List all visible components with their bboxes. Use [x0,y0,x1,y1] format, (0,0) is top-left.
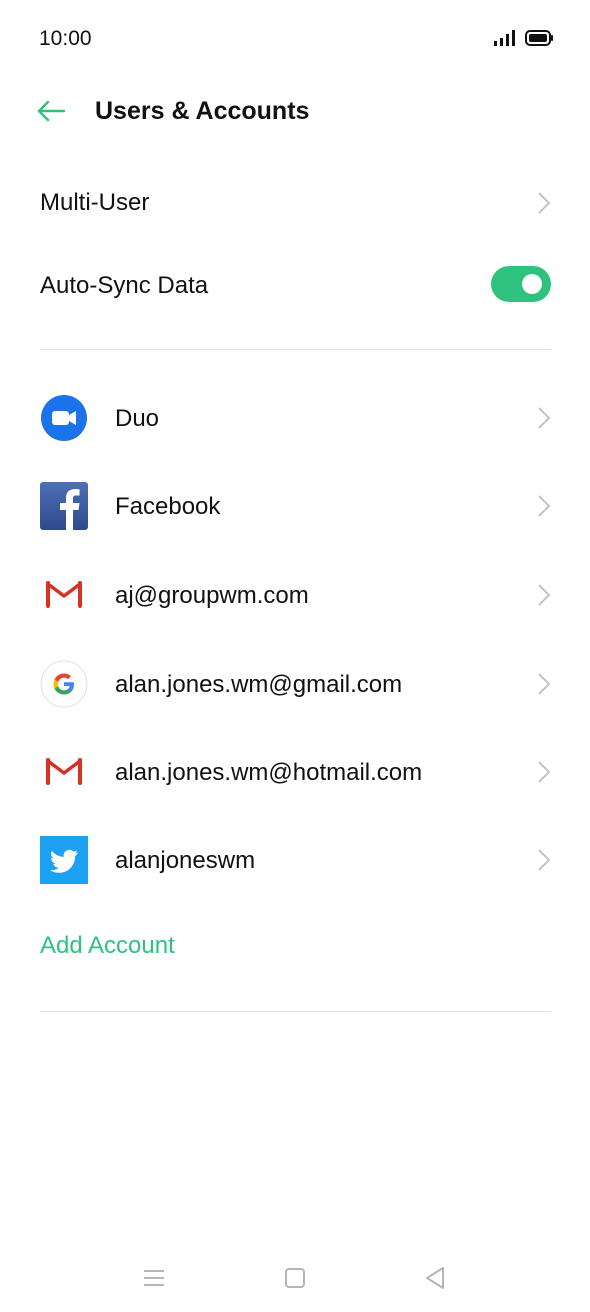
account-row-hotmail[interactable]: alan.jones.wm@hotmail.com [0,728,590,816]
status-bar: 10:00 [0,0,590,80]
account-label: alanjoneswm [115,847,256,874]
chevron-right-icon [538,495,551,517]
app-header: Users & Accounts [0,80,590,144]
account-label: Duo [115,405,160,432]
divider [40,349,551,350]
account-row-gmail[interactable]: alan.jones.wm@gmail.com [0,640,590,728]
twitter-icon [40,836,88,884]
toggle-knob [522,274,542,294]
navigation-bar [0,1250,590,1312]
battery-icon [525,30,553,46]
account-label: alan.jones.wm@hotmail.com [115,759,423,786]
multi-user-label: Multi-User [40,189,150,216]
chevron-right-icon [538,407,551,429]
facebook-icon [40,482,88,530]
account-row-groupwm[interactable]: aj@groupwm.com [0,551,590,639]
gmail-icon [46,581,82,608]
status-time: 10:00 [39,27,92,50]
add-account-button[interactable]: Add Account [40,932,175,960]
divider [40,1011,551,1012]
home-button[interactable] [279,1262,311,1294]
account-row-facebook[interactable]: Facebook [0,462,590,550]
menu-icon [144,1270,164,1286]
arrow-left-icon [37,100,66,122]
account-label: alan.jones.wm@gmail.com [115,671,403,698]
gmail-icon [46,758,82,785]
account-label: aj@groupwm.com [115,582,309,609]
recent-apps-button[interactable] [138,1262,170,1294]
chevron-right-icon [538,761,551,783]
back-button[interactable] [30,90,72,132]
page-title: Users & Accounts [95,97,310,125]
chevron-right-icon [538,192,551,214]
chevron-right-icon [538,584,551,606]
signal-icon [494,30,515,46]
account-label: Facebook [115,493,221,520]
chevron-right-icon [538,673,551,695]
auto-sync-label: Auto-Sync Data [40,272,209,299]
multi-user-row[interactable]: Multi-User [0,160,590,246]
duo-icon [41,395,87,441]
chevron-right-icon [538,849,551,871]
system-back-button[interactable] [419,1262,451,1294]
account-row-twitter[interactable]: alanjoneswm [0,817,590,905]
home-icon [285,1268,305,1288]
account-row-duo[interactable]: Duo [0,374,590,462]
back-triangle-icon [426,1267,444,1289]
google-icon [40,660,88,708]
auto-sync-toggle[interactable] [491,266,551,302]
